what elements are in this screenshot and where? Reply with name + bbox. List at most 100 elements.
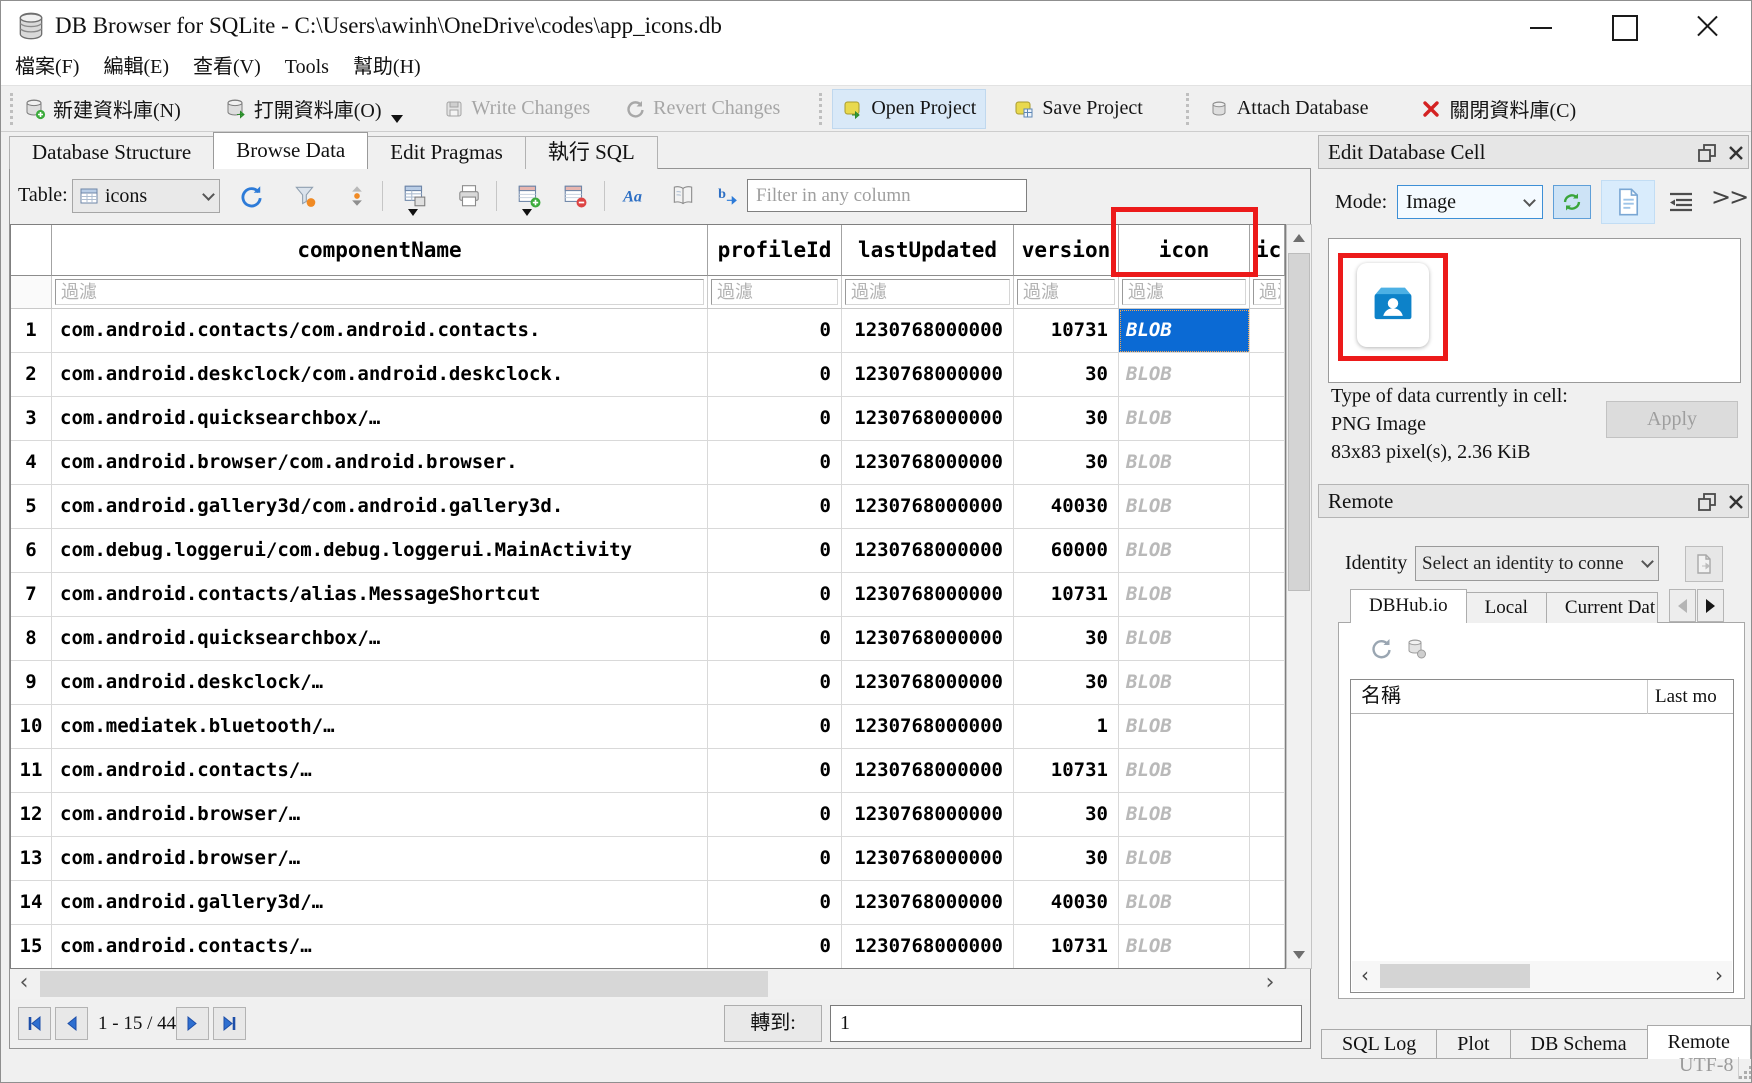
table-vertical-scrollbar[interactable] <box>1286 224 1312 969</box>
cell-componentName[interactable]: com.android.browser/com.android.browser. <box>52 441 708 485</box>
attach-database-button[interactable]: Attach Database <box>1199 89 1378 129</box>
cell-version[interactable]: 10731 <box>1014 573 1119 617</box>
cell-profileId[interactable]: 0 <box>708 661 842 705</box>
column-divider[interactable] <box>1647 680 1648 714</box>
cell-version[interactable]: 40030 <box>1014 485 1119 529</box>
cell-icon-blob[interactable]: BLOB <box>1119 749 1250 793</box>
cell-lastUpdated[interactable]: 1230768000000 <box>842 793 1014 837</box>
vertical-scroll-thumb[interactable] <box>1288 253 1310 591</box>
cell-profileId[interactable]: 0 <box>708 441 842 485</box>
identity-select[interactable]: Select an identity to conne <box>1415 546 1659 581</box>
close-panel-icon[interactable] <box>1725 491 1747 513</box>
header-componentName[interactable]: componentName <box>52 225 708 276</box>
open-project-button[interactable]: Open Project <box>832 89 986 129</box>
cell-lastUpdated[interactable]: 1230768000000 <box>842 309 1014 353</box>
cell-profileId[interactable]: 0 <box>708 749 842 793</box>
cell-version[interactable]: 30 <box>1014 661 1119 705</box>
tab-db-schema[interactable]: DB Schema <box>1510 1029 1648 1059</box>
cell-icon-blob[interactable]: BLOB <box>1119 705 1250 749</box>
tab-local[interactable]: Local <box>1466 592 1547 623</box>
cell-componentName[interactable]: com.android.contacts/… <box>52 925 708 969</box>
cell-version[interactable]: 10731 <box>1014 309 1119 353</box>
more-tools-icon[interactable]: >> <box>1711 183 1747 211</box>
filter-any-column-input[interactable] <box>747 179 1027 212</box>
tab-current-database[interactable]: Current Dat <box>1546 592 1658 623</box>
cell-componentName[interactable]: com.android.contacts/com.android.contact… <box>52 309 708 353</box>
tabs-scroll-right-button[interactable] <box>1697 589 1724 622</box>
cell-icon-blob[interactable]: BLOB <box>1119 661 1250 705</box>
cell-componentName[interactable]: com.android.quicksearchbox/… <box>52 397 708 441</box>
resize-grip[interactable] <box>1740 1067 1752 1079</box>
cell-lastUpdated[interactable]: 1230768000000 <box>842 749 1014 793</box>
scroll-left-button[interactable]: ‹ <box>1352 961 1378 991</box>
delete-record-icon[interactable] <box>562 183 588 209</box>
cell-icon2-partial[interactable] <box>1250 749 1285 793</box>
tab-plot[interactable]: Plot <box>1436 1029 1510 1059</box>
mode-select[interactable]: Image <box>1397 185 1543 219</box>
column-filter-input[interactable]: 過濾 <box>1253 279 1281 305</box>
clear-filter-icon[interactable] <box>292 183 318 209</box>
tabs-scroll-left-button[interactable] <box>1669 589 1696 622</box>
cell-lastUpdated[interactable]: 1230768000000 <box>842 573 1014 617</box>
scroll-left-button[interactable]: ‹ <box>10 969 38 999</box>
save-table-dropdown-icon[interactable] <box>408 209 418 221</box>
cell-lastUpdated[interactable]: 1230768000000 <box>842 529 1014 573</box>
cell-icon-blob[interactable]: BLOB <box>1119 881 1250 925</box>
sort-icon[interactable] <box>344 183 370 209</box>
cell-icon-blob[interactable]: BLOB <box>1119 353 1250 397</box>
cell-componentName[interactable]: com.android.quicksearchbox/… <box>52 617 708 661</box>
cell-profileId[interactable]: 0 <box>708 881 842 925</box>
cell-componentName[interactable]: com.debug.loggerui/com.debug.loggerui.Ma… <box>52 529 708 573</box>
menu-help[interactable]: 幫助(H) <box>341 51 433 85</box>
remote-list-horizontal-scrollbar[interactable]: ‹ › <box>1352 961 1732 991</box>
insert-record-icon[interactable] <box>516 183 542 209</box>
header-icon[interactable]: icon <box>1119 225 1250 276</box>
column-filter-input[interactable]: 過濾 <box>711 279 838 305</box>
cell-lastUpdated[interactable]: 1230768000000 <box>842 441 1014 485</box>
cell-icon2-partial[interactable] <box>1250 837 1285 881</box>
cell-icon2-partial[interactable] <box>1250 881 1285 925</box>
cell-icon-blob[interactable]: BLOB <box>1119 793 1250 837</box>
horizontal-scroll-thumb[interactable] <box>1380 964 1530 988</box>
refresh-icon[interactable] <box>238 183 264 209</box>
header-version[interactable]: version <box>1014 225 1119 276</box>
tab-dbhub[interactable]: DBHub.io <box>1350 589 1467 623</box>
cell-version[interactable]: 30 <box>1014 441 1119 485</box>
cell-version[interactable]: 30 <box>1014 837 1119 881</box>
remote-refresh-icon[interactable] <box>1369 636 1393 660</box>
cell-icon2-partial[interactable] <box>1250 573 1285 617</box>
save-project-button[interactable]: Save Project <box>1004 89 1152 129</box>
tab-database-structure[interactable]: Database Structure <box>9 136 214 169</box>
last-record-button[interactable] <box>213 1007 246 1040</box>
cell-icon-blob[interactable]: BLOB <box>1119 441 1250 485</box>
encoding-status[interactable]: UTF-8 <box>1679 1054 1733 1077</box>
cell-icon-blob[interactable]: BLOB <box>1119 837 1250 881</box>
close-panel-icon[interactable] <box>1725 142 1747 164</box>
cell-icon2-partial[interactable] <box>1250 661 1285 705</box>
previous-record-button[interactable] <box>55 1007 88 1040</box>
cell-componentName[interactable]: com.android.gallery3d/… <box>52 881 708 925</box>
cell-version[interactable]: 30 <box>1014 793 1119 837</box>
goto-record-input[interactable] <box>830 1005 1302 1042</box>
menu-edit[interactable]: 編輯(E) <box>91 51 181 85</box>
cell-profileId[interactable]: 0 <box>708 925 842 969</box>
next-record-button[interactable] <box>176 1007 209 1040</box>
cell-version[interactable]: 10731 <box>1014 749 1119 793</box>
cell-icon2-partial[interactable] <box>1250 705 1285 749</box>
column-filter-input[interactable]: 過濾 <box>1017 279 1115 305</box>
tab-sql-log[interactable]: SQL Log <box>1321 1029 1437 1059</box>
column-filter-input[interactable]: 過濾 <box>1122 279 1246 305</box>
cell-lastUpdated[interactable]: 1230768000000 <box>842 881 1014 925</box>
cell-icon2-partial[interactable] <box>1250 309 1285 353</box>
minimize-button[interactable] <box>1511 1 1569 51</box>
table-select[interactable]: icons <box>72 179 220 213</box>
cell-componentName[interactable]: com.android.contacts/alias.MessageShortc… <box>52 573 708 617</box>
horizontal-scroll-thumb[interactable] <box>40 971 768 997</box>
cell-icon-blob[interactable]: BLOB <box>1119 309 1250 353</box>
cell-componentName[interactable]: com.mediatek.bluetooth/… <box>52 705 708 749</box>
print-icon[interactable] <box>456 183 482 209</box>
cell-icon-blob[interactable]: BLOB <box>1119 485 1250 529</box>
cell-profileId[interactable]: 0 <box>708 793 842 837</box>
replace-icon[interactable]: b <box>716 183 742 209</box>
scroll-right-button[interactable]: › <box>1706 961 1732 991</box>
